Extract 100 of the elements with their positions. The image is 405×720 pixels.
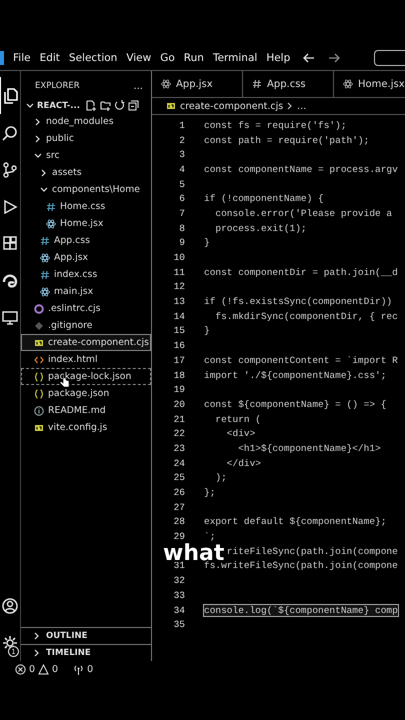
atom-icon (161, 79, 171, 89)
file-tree-item[interactable]: .gitignore (21, 317, 151, 334)
source-control-icon[interactable] (2, 162, 18, 178)
diamond-icon (34, 320, 44, 330)
menu-item[interactable]: View (126, 52, 152, 64)
run-debug-icon[interactable] (2, 198, 18, 214)
atom-icon (46, 218, 56, 228)
chevron-down-icon[interactable] (26, 102, 34, 110)
line-number: 17 (174, 354, 185, 366)
file-tree-item[interactable]: Home.css (21, 198, 151, 215)
code-line: import './${componentName}.css'; (203, 368, 388, 382)
menu-item[interactable]: Go (160, 52, 175, 64)
code-line: console.error('Please provide a (214, 206, 394, 220)
file-tree-item[interactable]: Home.jsx (21, 215, 151, 232)
code-line: <h1>${componentName}</h1> (237, 442, 382, 455)
line-number: 2 (179, 134, 185, 146)
file-tree-item[interactable]: README.md (21, 402, 151, 419)
file-tree-item[interactable]: src (21, 147, 151, 164)
line-number: 10 (174, 252, 185, 264)
file-tree-item[interactable]: public (21, 130, 151, 147)
ports-count[interactable]: 0 (87, 664, 94, 674)
files-icon[interactable] (3, 88, 19, 104)
monitor-icon[interactable] (2, 310, 18, 326)
collapsed-section-header[interactable]: TIMELINE (21, 644, 151, 661)
code-line: if (!componentName) { (203, 192, 325, 206)
circle-icon (34, 304, 44, 314)
menu-item[interactable]: Terminal (212, 52, 258, 64)
code-line: const componentContent = `import R (203, 354, 399, 367)
code-line: const componentName = process.argv (203, 162, 399, 176)
menu-item[interactable]: Selection (68, 52, 118, 64)
hash-icon (46, 202, 56, 212)
breadcrumb-item[interactable]: ... (297, 100, 306, 112)
file-tree-item[interactable]: vite.config.js (21, 419, 151, 436)
menu-item[interactable]: Help (266, 52, 290, 64)
menu-item[interactable]: Run (184, 52, 204, 64)
code-line: <div> (226, 427, 256, 440)
file-tree-item[interactable]: App.css (21, 232, 151, 249)
error-count[interactable]: 0 (29, 664, 36, 674)
line-number: 15 (174, 325, 185, 336)
explorer-title: EXPLORER (35, 81, 80, 92)
extensions-icon[interactable] (2, 236, 18, 252)
code-line: export default ${componentName}; (203, 515, 388, 528)
line-number: 16 (174, 340, 185, 352)
line-number: 3 (179, 149, 185, 160)
line-number: 5 (179, 178, 185, 190)
chevron-right-icon (33, 632, 41, 640)
search-icon[interactable] (2, 124, 18, 140)
code-line: </div> (226, 456, 262, 470)
line-number: 11 (174, 266, 185, 278)
file-tree-item[interactable]: components\Home (21, 181, 151, 198)
file-tree-item[interactable]: index.html (21, 351, 151, 368)
back-arrow-icon[interactable] (303, 53, 316, 63)
line-number: 4 (179, 164, 185, 175)
warning-count[interactable]: 0 (52, 664, 58, 674)
editor-tab[interactable]: App.css (243, 71, 334, 97)
breadcrumb-item[interactable]: create-component.cjs (180, 100, 284, 112)
file-tree-item[interactable]: main.jsx (21, 283, 151, 300)
project-folder-name[interactable]: REACT-... (37, 100, 80, 110)
code-line: return ( (214, 412, 262, 426)
line-number: 1 (179, 120, 185, 131)
file-tree-item[interactable]: node_modules (21, 113, 151, 130)
editor-tab[interactable]: App.jsx (152, 71, 243, 97)
line-number: 23 (174, 442, 185, 454)
menu-item[interactable]: Edit (40, 52, 60, 64)
line-number: 31 (174, 560, 185, 572)
code-line: const path = require('path'); (203, 134, 370, 147)
file-tree-item[interactable]: App.jsx (21, 249, 151, 266)
line-number: 13 (174, 296, 185, 308)
search-field[interactable] (374, 50, 405, 66)
line-number: 9 (179, 237, 185, 248)
warning-icon[interactable] (38, 664, 50, 674)
swirl-icon[interactable] (2, 272, 18, 288)
new-file-icon[interactable] (86, 100, 97, 111)
error-icon[interactable] (15, 664, 26, 674)
forward-arrow-icon[interactable] (328, 53, 340, 63)
line-number: 25 (174, 472, 185, 484)
code-line: const fs = require('fs'); (203, 118, 348, 132)
settings-icon[interactable] (2, 634, 18, 650)
menu-item[interactable]: File (13, 52, 31, 64)
file-tree-item[interactable]: package.json (21, 385, 151, 402)
refresh-icon[interactable] (114, 100, 125, 111)
file-tree-item[interactable]: assets (21, 164, 151, 181)
file-tree-item[interactable]: index.css (21, 266, 151, 283)
line-number: 29 (174, 531, 185, 542)
js-file-icon (34, 338, 44, 348)
hash-icon (40, 270, 50, 280)
line-number: 12 (174, 281, 185, 292)
editor-tab[interactable]: Home.jsx (334, 71, 405, 97)
file-tree-item[interactable]: .eslintrc.cjs (21, 300, 151, 317)
collapse-all-icon[interactable] (128, 100, 139, 111)
more-actions-button[interactable]: ... (133, 81, 143, 92)
collapsed-section-header[interactable]: OUTLINE (21, 627, 151, 644)
account-icon[interactable] (2, 598, 18, 614)
line-number: 27 (174, 502, 185, 513)
hash-icon (252, 79, 262, 89)
new-folder-icon[interactable] (100, 100, 111, 111)
antenna-icon[interactable] (73, 664, 84, 674)
code-line: } (203, 236, 211, 250)
file-tree-item[interactable]: create-component.cjs (21, 334, 151, 351)
line-number: 26 (174, 487, 185, 498)
